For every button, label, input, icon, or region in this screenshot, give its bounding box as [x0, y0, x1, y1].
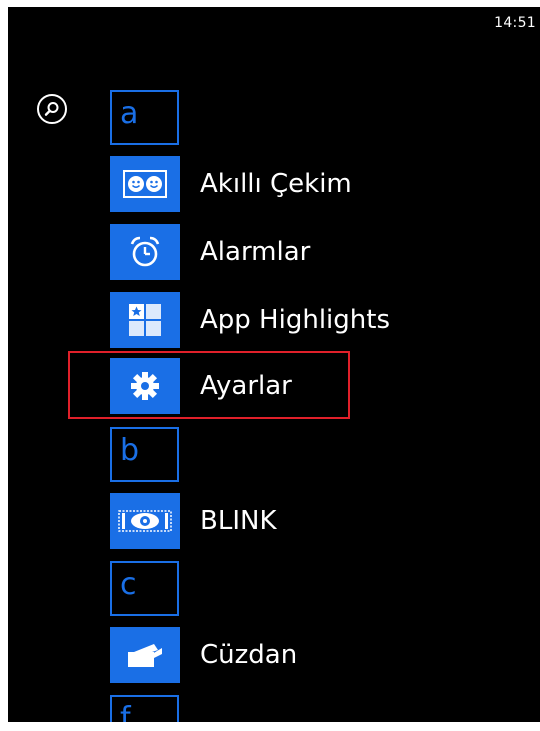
app-item-alarmlar[interactable]: Alarmlar: [110, 224, 510, 280]
alarm-clock-icon: [110, 224, 180, 280]
section-header-f[interactable]: f: [110, 695, 179, 722]
app-item-blink[interactable]: BLINK: [110, 493, 510, 549]
app-item-cuzdan[interactable]: Cüzdan: [110, 627, 510, 683]
app-label: App Highlights: [200, 305, 390, 335]
section-header-c[interactable]: c: [110, 561, 179, 616]
search-icon[interactable]: [37, 94, 67, 124]
app-item-akilli-cekim[interactable]: Akıllı Çekim: [110, 156, 510, 212]
app-item-app-highlights[interactable]: App Highlights: [110, 292, 510, 348]
smart-shoot-icon: [110, 156, 180, 212]
eye-icon: [110, 493, 180, 549]
section-header-b[interactable]: b: [110, 427, 179, 482]
app-label: Cüzdan: [200, 640, 298, 670]
status-clock: 14:51: [494, 15, 536, 31]
app-label: Alarmlar: [200, 237, 311, 267]
app-label: BLINK: [200, 506, 277, 536]
section-header-a[interactable]: a: [110, 90, 179, 145]
wallet-icon: [110, 627, 180, 683]
phone-screen: 14:51 a Akıllı Çekim Alarmlar App Highli…: [8, 7, 540, 722]
app-label: Akıllı Çekim: [200, 169, 352, 199]
highlight-box: [68, 351, 350, 419]
app-highlights-icon: [110, 292, 180, 348]
